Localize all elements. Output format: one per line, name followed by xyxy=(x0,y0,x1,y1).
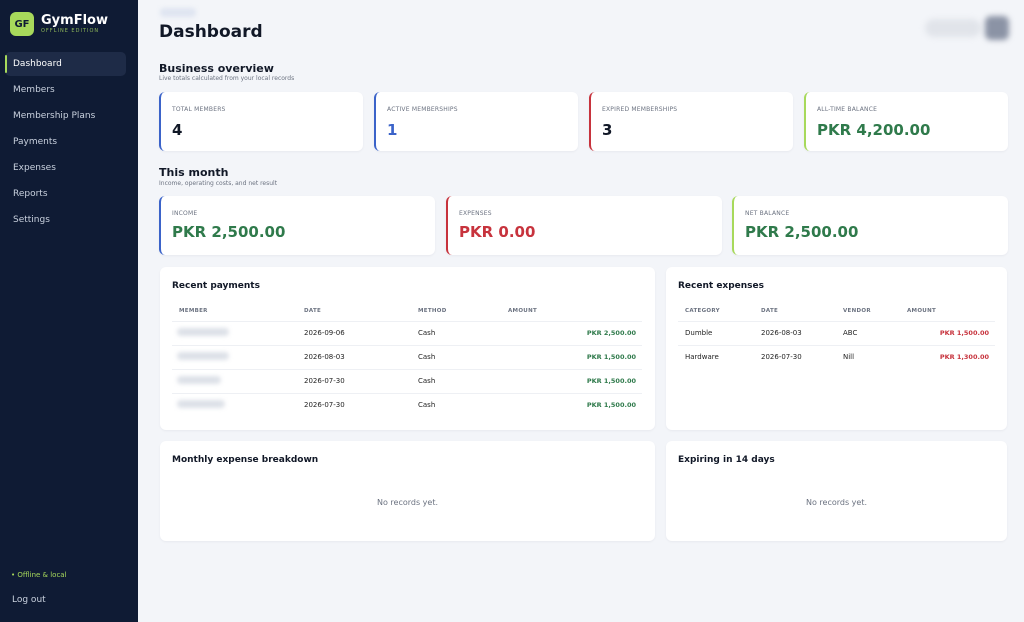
user-name-redacted xyxy=(925,19,981,37)
column-header: DATE xyxy=(761,301,843,322)
payment-method: Cash xyxy=(418,321,508,346)
stat-label: NET BALANCE xyxy=(745,210,790,217)
payment-date: 2026-09-06 xyxy=(304,321,418,346)
stat-label: EXPENSES xyxy=(459,210,492,217)
expense-date: 2026-07-30 xyxy=(761,353,802,362)
stat-label: ALL-TIME BALANCE xyxy=(817,106,878,113)
avatar xyxy=(985,16,1009,40)
stat-label: ACTIVE MEMBERSHIPS xyxy=(387,106,458,113)
expense-category: Dumble xyxy=(678,321,761,346)
column-header: DATE xyxy=(304,301,418,322)
stat-card-expired-memberships: EXPIRED MEMBERSHIPS 3 xyxy=(589,92,793,151)
overview-subtitle: Live totals calculated from your local r… xyxy=(159,75,295,82)
table-row[interactable]: 2026-09-06 Cash PKR 2,500.00 xyxy=(172,321,642,346)
column-header: MEMBER xyxy=(172,301,304,322)
stat-value: PKR 2,500.00 xyxy=(172,223,286,241)
table-row[interactable]: 2026-08-03 Cash PKR 1,500.00 xyxy=(172,345,642,370)
sidebar-nav: Dashboard Members Membership Plans Payme… xyxy=(5,52,126,234)
user-profile-redacted[interactable] xyxy=(925,16,1009,40)
stat-label: TOTAL MEMBERS xyxy=(172,106,226,113)
table-header-row: CATEGORY DATE VENDOR AMOUNT xyxy=(678,301,995,322)
payment-amount: PKR 1,500.00 xyxy=(508,345,642,370)
sidebar: GF GymFlow OFFLINE EDITION Dashboard Mem… xyxy=(0,0,138,622)
table-row[interactable]: Hardware 2026-07-30 Nill PKR 1,300.00 xyxy=(678,345,995,369)
stat-card-net-balance: NET BALANCE PKR 2,500.00 xyxy=(732,196,1008,255)
expense-amount: PKR 1,500.00 xyxy=(907,321,995,346)
payment-date: 2026-08-03 xyxy=(304,345,418,370)
payment-method: Cash xyxy=(418,401,436,410)
column-header: CATEGORY xyxy=(678,301,761,322)
expense-amount: PKR 1,300.00 xyxy=(939,353,989,362)
brand-subtitle: OFFLINE EDITION xyxy=(41,27,100,34)
stat-value: 1 xyxy=(387,121,398,139)
table-header-row: MEMBER DATE METHOD AMOUNT xyxy=(172,301,642,322)
brand-name: GymFlow xyxy=(41,12,108,28)
monthly-expense-breakdown-panel: Monthly expense breakdown No records yet… xyxy=(160,441,655,541)
offline-status: • Offline & local xyxy=(11,571,67,579)
panel-title: Recent expenses xyxy=(678,281,764,291)
sidebar-item-dashboard[interactable]: Dashboard xyxy=(5,52,126,76)
sidebar-item-settings[interactable]: Settings xyxy=(5,208,126,232)
stat-card-all-time-balance: ALL-TIME BALANCE PKR 4,200.00 xyxy=(804,92,1008,151)
column-header: AMOUNT xyxy=(508,301,642,322)
stat-card-total-members: TOTAL MEMBERS 4 xyxy=(159,92,363,151)
payment-amount: PKR 1,500.00 xyxy=(508,369,642,394)
stat-value: PKR 4,200.00 xyxy=(817,121,931,139)
recent-payments-table: MEMBER DATE METHOD AMOUNT 2026-09-06 Cas… xyxy=(172,301,642,417)
month-subtitle: Income, operating costs, and net result xyxy=(159,180,278,187)
expense-category: Hardware xyxy=(685,353,719,362)
panel-title: Monthly expense breakdown xyxy=(172,455,319,465)
table-row[interactable]: 2026-07-30 Cash PKR 1,500.00 xyxy=(172,393,642,417)
expense-vendor: ABC xyxy=(843,321,907,346)
brand[interactable]: GF GymFlow OFFLINE EDITION xyxy=(10,12,108,36)
sidebar-item-membership-plans[interactable]: Membership Plans xyxy=(5,104,126,128)
member-name-redacted xyxy=(177,352,229,360)
stat-card-expenses: EXPENSES PKR 0.00 xyxy=(446,196,722,255)
stat-value: 3 xyxy=(602,121,613,139)
recent-expenses-table: CATEGORY DATE VENDOR AMOUNT Dumble 2026-… xyxy=(678,301,995,369)
expiring-panel: Expiring in 14 days No records yet. xyxy=(666,441,1007,541)
payment-method: Cash xyxy=(418,345,508,370)
payment-amount: PKR 1,500.00 xyxy=(586,401,636,410)
sidebar-item-reports[interactable]: Reports xyxy=(5,182,126,206)
member-name-redacted xyxy=(177,400,225,409)
member-name-redacted xyxy=(177,376,221,384)
breadcrumb-redacted xyxy=(160,8,196,17)
column-header: AMOUNT xyxy=(907,301,995,322)
stat-label: INCOME xyxy=(172,210,198,217)
stat-value: PKR 2,500.00 xyxy=(745,223,859,241)
recent-expenses-panel: Recent expenses CATEGORY DATE VENDOR AMO… xyxy=(666,267,1007,430)
column-header: METHOD xyxy=(418,301,508,322)
expense-date: 2026-08-03 xyxy=(761,321,843,346)
payment-date: 2026-07-30 xyxy=(304,401,345,410)
member-name-redacted xyxy=(177,328,229,336)
page-title: Dashboard xyxy=(159,22,263,42)
payment-date: 2026-07-30 xyxy=(304,369,418,394)
column-header: VENDOR xyxy=(843,301,907,322)
stat-value: 4 xyxy=(172,121,183,139)
payment-amount: PKR 2,500.00 xyxy=(508,321,642,346)
overview-title: Business overview xyxy=(159,62,274,75)
expense-vendor: Nill xyxy=(843,353,855,362)
sidebar-item-members[interactable]: Members xyxy=(5,78,126,102)
sidebar-item-expenses[interactable]: Expenses xyxy=(5,156,126,180)
payment-method: Cash xyxy=(418,369,508,394)
stat-card-active-memberships: ACTIVE MEMBERSHIPS 1 xyxy=(374,92,578,151)
sidebar-item-payments[interactable]: Payments xyxy=(5,130,126,154)
stat-value: PKR 0.00 xyxy=(459,223,536,241)
app-logo: GF xyxy=(10,12,34,36)
logout-button[interactable]: Log out xyxy=(12,595,46,605)
empty-state: No records yet. xyxy=(376,498,439,507)
stat-card-income: INCOME PKR 2,500.00 xyxy=(159,196,435,255)
panel-title: Expiring in 14 days xyxy=(678,455,775,465)
table-row[interactable]: 2026-07-30 Cash PKR 1,500.00 xyxy=(172,369,642,394)
month-title: This month xyxy=(159,166,229,179)
table-row[interactable]: Dumble 2026-08-03 ABC PKR 1,500.00 xyxy=(678,321,995,346)
stat-label: EXPIRED MEMBERSHIPS xyxy=(602,106,678,113)
empty-state: No records yet. xyxy=(805,498,868,507)
recent-payments-panel: Recent payments MEMBER DATE METHOD AMOUN… xyxy=(160,267,655,430)
panel-title: Recent payments xyxy=(172,281,260,291)
